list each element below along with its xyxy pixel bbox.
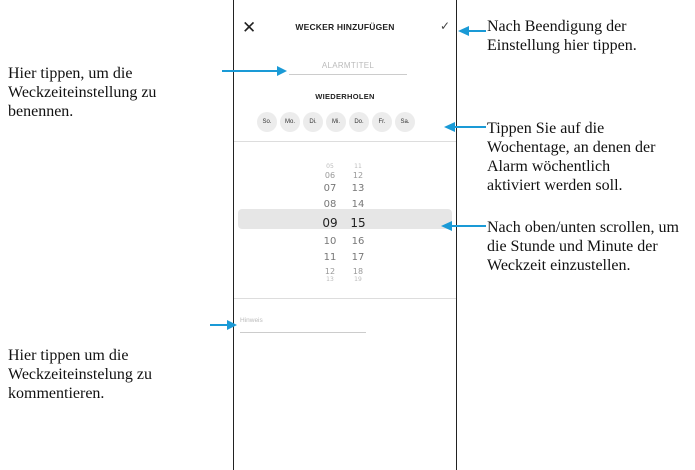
arrow-title-head [277, 66, 287, 76]
arrow-note-head [227, 320, 237, 330]
arrow-picker-head [441, 221, 452, 231]
callout-arrows [210, 26, 486, 330]
arrow-confirm-head [458, 26, 469, 36]
arrow-weekdays-head [444, 122, 455, 132]
